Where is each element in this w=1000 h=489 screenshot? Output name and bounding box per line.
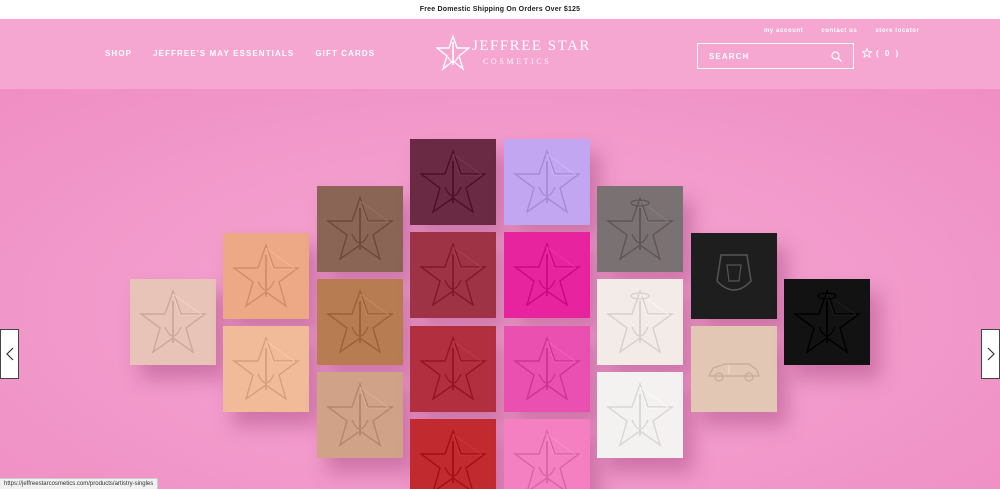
promo-text: Free Domestic Shipping On Orders Over $1… xyxy=(419,6,581,13)
star-emblem-icon xyxy=(231,242,301,308)
hero-carousel[interactable] xyxy=(0,89,1000,489)
eyeshadow-pan[interactable] xyxy=(504,232,590,318)
status-bar-url: https://jeffreestarcosmetics.com/product… xyxy=(0,478,159,489)
star-emblem-icon xyxy=(792,288,862,354)
star-emblem-icon xyxy=(512,148,582,214)
search-icon[interactable] xyxy=(831,51,842,62)
site-header: SHOP JEFFREE'S MAY ESSENTIALS GIFT CARDS… xyxy=(0,19,1000,89)
eyeshadow-pan[interactable] xyxy=(691,233,777,319)
search-box[interactable] xyxy=(697,43,854,69)
store-locator-link[interactable]: store locator xyxy=(875,28,919,34)
nav-may-essentials[interactable]: JEFFREE'S MAY ESSENTIALS xyxy=(153,49,294,58)
star-emblem-icon xyxy=(231,335,301,401)
eyeshadow-pan[interactable] xyxy=(504,139,590,225)
eyeshadow-pan[interactable] xyxy=(691,326,777,412)
eyeshadow-pan[interactable] xyxy=(597,186,683,272)
eyeshadow-pan[interactable] xyxy=(784,279,870,365)
star-cart-icon xyxy=(862,48,872,58)
star-emblem-icon xyxy=(325,288,395,354)
star-emblem-icon xyxy=(605,381,675,447)
star-emblem-icon xyxy=(418,241,488,307)
eyeshadow-pan[interactable] xyxy=(410,139,496,225)
star-emblem-icon xyxy=(605,195,675,261)
eyeshadow-pan[interactable] xyxy=(410,232,496,318)
carousel-prev-button[interactable] xyxy=(0,329,19,379)
logo-star-icon xyxy=(436,35,470,71)
crest-emblem-icon xyxy=(716,254,752,291)
star-emblem-icon xyxy=(605,288,675,354)
chevron-left-icon xyxy=(5,347,13,361)
eyeshadow-pan[interactable] xyxy=(130,279,216,365)
eyeshadow-pan[interactable] xyxy=(410,326,496,412)
carousel-next-button[interactable] xyxy=(981,329,1000,379)
eyeshadow-pan[interactable] xyxy=(317,279,403,365)
contact-link[interactable]: contact us xyxy=(821,28,857,34)
logo-wordmark: JEFFREE STAR xyxy=(472,38,591,54)
eyeshadow-pan[interactable] xyxy=(410,419,496,489)
my-account-link[interactable]: my account xyxy=(764,28,803,34)
cart-count: ( 0 ) xyxy=(876,48,901,58)
star-emblem-icon xyxy=(325,195,395,261)
utility-links: my account contact us store locator xyxy=(764,28,920,34)
star-emblem-icon xyxy=(512,428,582,489)
star-emblem-icon xyxy=(138,288,208,354)
eyeshadow-pan[interactable] xyxy=(223,233,309,319)
main-nav: SHOP JEFFREE'S MAY ESSENTIALS GIFT CARDS xyxy=(105,49,375,58)
star-emblem-icon xyxy=(325,381,395,447)
eyeshadow-pan[interactable] xyxy=(317,372,403,458)
car-emblem-icon xyxy=(707,363,760,382)
nav-gift-cards[interactable]: GIFT CARDS xyxy=(315,49,375,58)
star-emblem-icon xyxy=(512,241,582,307)
star-emblem-icon xyxy=(418,335,488,401)
star-emblem-icon xyxy=(418,148,488,214)
cart-button[interactable]: ( 0 ) xyxy=(862,48,900,58)
eyeshadow-pan[interactable] xyxy=(223,326,309,412)
star-emblem-icon xyxy=(418,428,488,489)
eyeshadow-pan[interactable] xyxy=(317,186,403,272)
search-input[interactable] xyxy=(698,51,828,61)
logo-subtitle: COSMETICS xyxy=(483,57,552,66)
brand-logo[interactable]: JEFFREE STAR COSMETICS xyxy=(436,35,589,75)
eyeshadow-pan[interactable] xyxy=(597,279,683,365)
promo-banner: Free Domestic Shipping On Orders Over $1… xyxy=(0,0,1000,19)
eyeshadow-pan[interactable] xyxy=(504,419,590,489)
chevron-right-icon xyxy=(987,347,995,361)
eyeshadow-pan[interactable] xyxy=(504,326,590,412)
star-emblem-icon xyxy=(512,335,582,401)
nav-shop[interactable]: SHOP xyxy=(105,49,132,58)
eyeshadow-pan[interactable] xyxy=(597,372,683,458)
